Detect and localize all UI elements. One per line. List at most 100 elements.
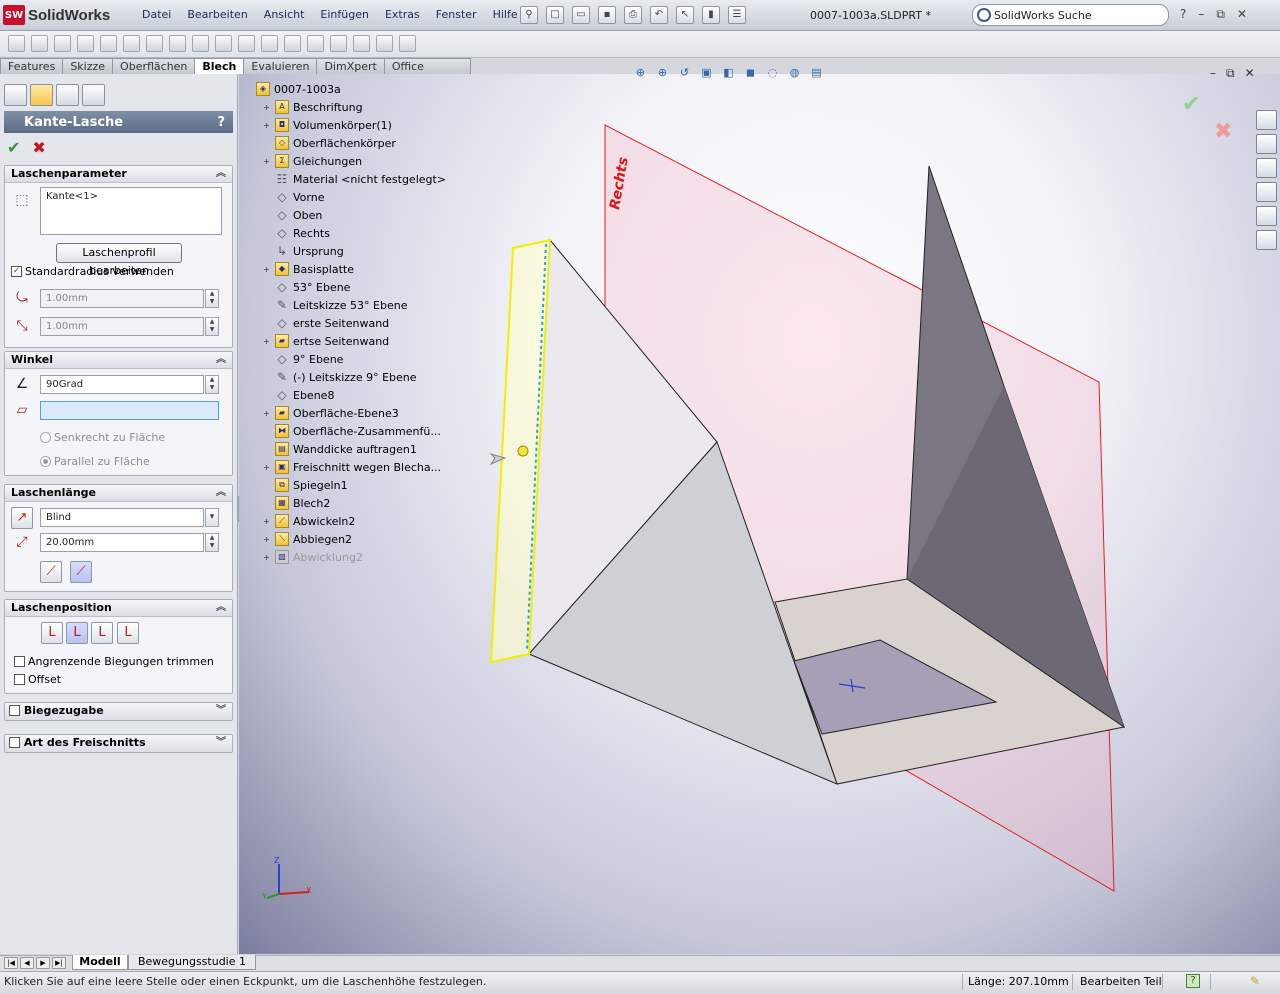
offset-checkbox[interactable]: Offset (14, 673, 61, 686)
length-spinner[interactable]: ▲ ▼ (205, 533, 219, 552)
tree-item[interactable]: ◇ Oberflächenkörper (262, 134, 396, 152)
material-inside-button[interactable]: L (41, 622, 63, 644)
tab-blech[interactable]: Blech (194, 58, 245, 74)
tree-item[interactable]: ▦ Blech2 (262, 494, 330, 512)
tree-item[interactable]: ⧉ Spiegeln1 (262, 476, 348, 494)
open-folder-icon[interactable]: ▭ (572, 6, 590, 24)
restore-icon[interactable]: ⧉ (1216, 7, 1225, 22)
app-logo[interactable]: SW SolidWorks (3, 3, 121, 27)
hide-show-icon[interactable]: ◌ (764, 64, 781, 81)
expand-icon[interactable]: + (262, 535, 271, 544)
prev-tab-icon[interactable]: ◀ (20, 957, 34, 969)
doc-minimize-icon[interactable]: – (1210, 66, 1216, 81)
expand-icon[interactable]: + (262, 409, 271, 418)
pushpin-icon[interactable]: ⚲ (520, 6, 538, 24)
tree-item[interactable]: ☷ Material <nicht festgelegt> (262, 170, 446, 188)
tree-item[interactable]: + ▰ Oberfläche-Ebene3 (262, 404, 399, 422)
tree-item[interactable]: + ▣ Freischnitt wegen Blecha... (262, 458, 441, 476)
confirm-ok-icon[interactable]: ✔ (1182, 92, 1232, 117)
section-view-icon[interactable]: ▣ (698, 64, 715, 81)
fold-icon[interactable] (284, 35, 301, 52)
tree-item[interactable]: ◇ Ebene8 (262, 386, 334, 404)
tree-item[interactable]: + ◆ Basisplatte (262, 260, 354, 278)
undo-icon[interactable]: ↶ (650, 6, 668, 24)
tab-features[interactable]: Features (0, 58, 64, 74)
menu-bearbeiten[interactable]: Bearbeiten (179, 8, 255, 21)
scene-icon[interactable]: ▤ (808, 64, 825, 81)
parallel-radio[interactable]: Parallel zu Fläche (40, 455, 150, 468)
tree-item[interactable]: + ▧ Abwicklung2 (262, 548, 363, 566)
face-select-field[interactable] (40, 401, 219, 420)
new-document-icon[interactable]: □ (546, 6, 564, 24)
doc-restore-icon[interactable]: ⧉ (1226, 66, 1235, 81)
tree-item[interactable]: + Σ Gleichungen (262, 152, 362, 170)
expand-icon[interactable]: ︾ (216, 735, 226, 751)
confirm-cancel-icon[interactable]: ✖ (1214, 119, 1232, 144)
tree-item[interactable]: + ⟍ Abbiegen2 (262, 530, 352, 548)
checkbox-icon[interactable] (9, 737, 20, 748)
feature-manager-icon[interactable] (4, 84, 27, 106)
menu-einfuegen[interactable]: Einfügen (312, 8, 377, 21)
perpendicular-radio[interactable]: Senkrecht zu Fläche (40, 431, 165, 444)
graphics-area[interactable] (239, 74, 1280, 954)
miter-flange-icon[interactable] (77, 35, 94, 52)
flatten-icon[interactable] (307, 35, 324, 52)
dimxpert-manager-icon[interactable] (82, 84, 105, 106)
tree-item[interactable]: ◇ 9° Ebene (262, 350, 343, 368)
gap-spinner[interactable]: ▲ ▼ (205, 317, 219, 336)
collapse-icon[interactable]: ︽ (216, 166, 226, 182)
end-condition-select[interactable]: Blind (40, 508, 204, 527)
tree-item[interactable]: ✎ (-) Leitskizze 9° Ebene (262, 368, 417, 386)
menu-datei[interactable]: Datei (134, 8, 179, 21)
length-field[interactable]: 20.00mm (40, 533, 204, 552)
tree-item[interactable]: ⧓ Oberfläche-Zusammenfü... (262, 422, 441, 440)
sketched-bend-icon[interactable] (146, 35, 163, 52)
property-manager-icon[interactable] (30, 84, 53, 106)
rebuild-status-icon[interactable]: ✎ (1250, 974, 1266, 988)
collapse-icon[interactable]: ︽ (216, 600, 226, 616)
expand-icon[interactable]: + (262, 517, 271, 526)
cancel-button[interactable]: ✖ (32, 138, 45, 157)
save-icon[interactable]: ▪ (598, 6, 616, 24)
jog-icon[interactable] (123, 35, 140, 52)
welded-corner-icon[interactable] (215, 35, 232, 52)
file-explorer-icon[interactable] (1256, 158, 1277, 178)
next-tab-icon[interactable]: ▶ (36, 957, 50, 969)
angle-field[interactable]: 90Grad (40, 375, 204, 394)
tab-dimxpert[interactable]: DimXpert (316, 58, 385, 74)
menu-fenster[interactable]: Fenster (428, 8, 485, 21)
tree-item[interactable]: ◇ Vorne (262, 188, 324, 206)
cross-break-icon[interactable] (169, 35, 186, 52)
tab-office-produkte[interactable]: Office Produkte (383, 58, 471, 88)
options-icon[interactable]: ☰ (728, 6, 746, 24)
bend-outside-button[interactable]: L (91, 622, 113, 644)
angle-spinner[interactable]: ▲ ▼ (205, 375, 219, 394)
unfold-icon[interactable] (261, 35, 278, 52)
use-default-radius-checkbox[interactable]: ✓ Standardradius verwenden (11, 265, 174, 278)
menu-ansicht[interactable]: Ansicht (256, 8, 313, 21)
expand-icon[interactable]: + (262, 265, 271, 274)
tree-item[interactable]: + ▰ ertse Seitenwand (262, 332, 389, 350)
view-orientation-icon[interactable]: ◧ (720, 64, 737, 81)
menu-extras[interactable]: Extras (377, 8, 428, 21)
expand-icon[interactable]: + (262, 553, 271, 562)
base-flange-icon[interactable] (8, 35, 25, 52)
appearance-icon[interactable]: ◍ (786, 64, 803, 81)
minimize-icon[interactable]: – (1198, 7, 1204, 22)
group-header[interactable]: Winkel ︽ (5, 352, 232, 369)
forming-tool-icon[interactable] (399, 35, 416, 52)
hem-icon[interactable] (100, 35, 117, 52)
zoom-to-area-icon[interactable]: ⊕ (654, 64, 671, 81)
print-icon[interactable]: ⎙ (624, 6, 642, 24)
help-icon[interactable]: ? (1180, 7, 1186, 22)
convert-icon[interactable] (31, 35, 48, 52)
home-icon[interactable] (1256, 110, 1277, 130)
tree-item[interactable]: ✎ Leitskizze 53° Ebene (262, 296, 408, 314)
tree-item[interactable]: ◇ erste Seitenwand (262, 314, 389, 332)
radius-spinner[interactable]: ▲ ▼ (205, 289, 219, 308)
tab-modell[interactable]: Modell (72, 955, 128, 970)
tree-item[interactable]: ↳ Ursprung (262, 242, 344, 260)
edge-flange-icon[interactable] (54, 35, 71, 52)
tree-item[interactable]: ◇ Rechts (262, 224, 330, 242)
tab-evaluieren[interactable]: Evaluieren (243, 58, 318, 74)
